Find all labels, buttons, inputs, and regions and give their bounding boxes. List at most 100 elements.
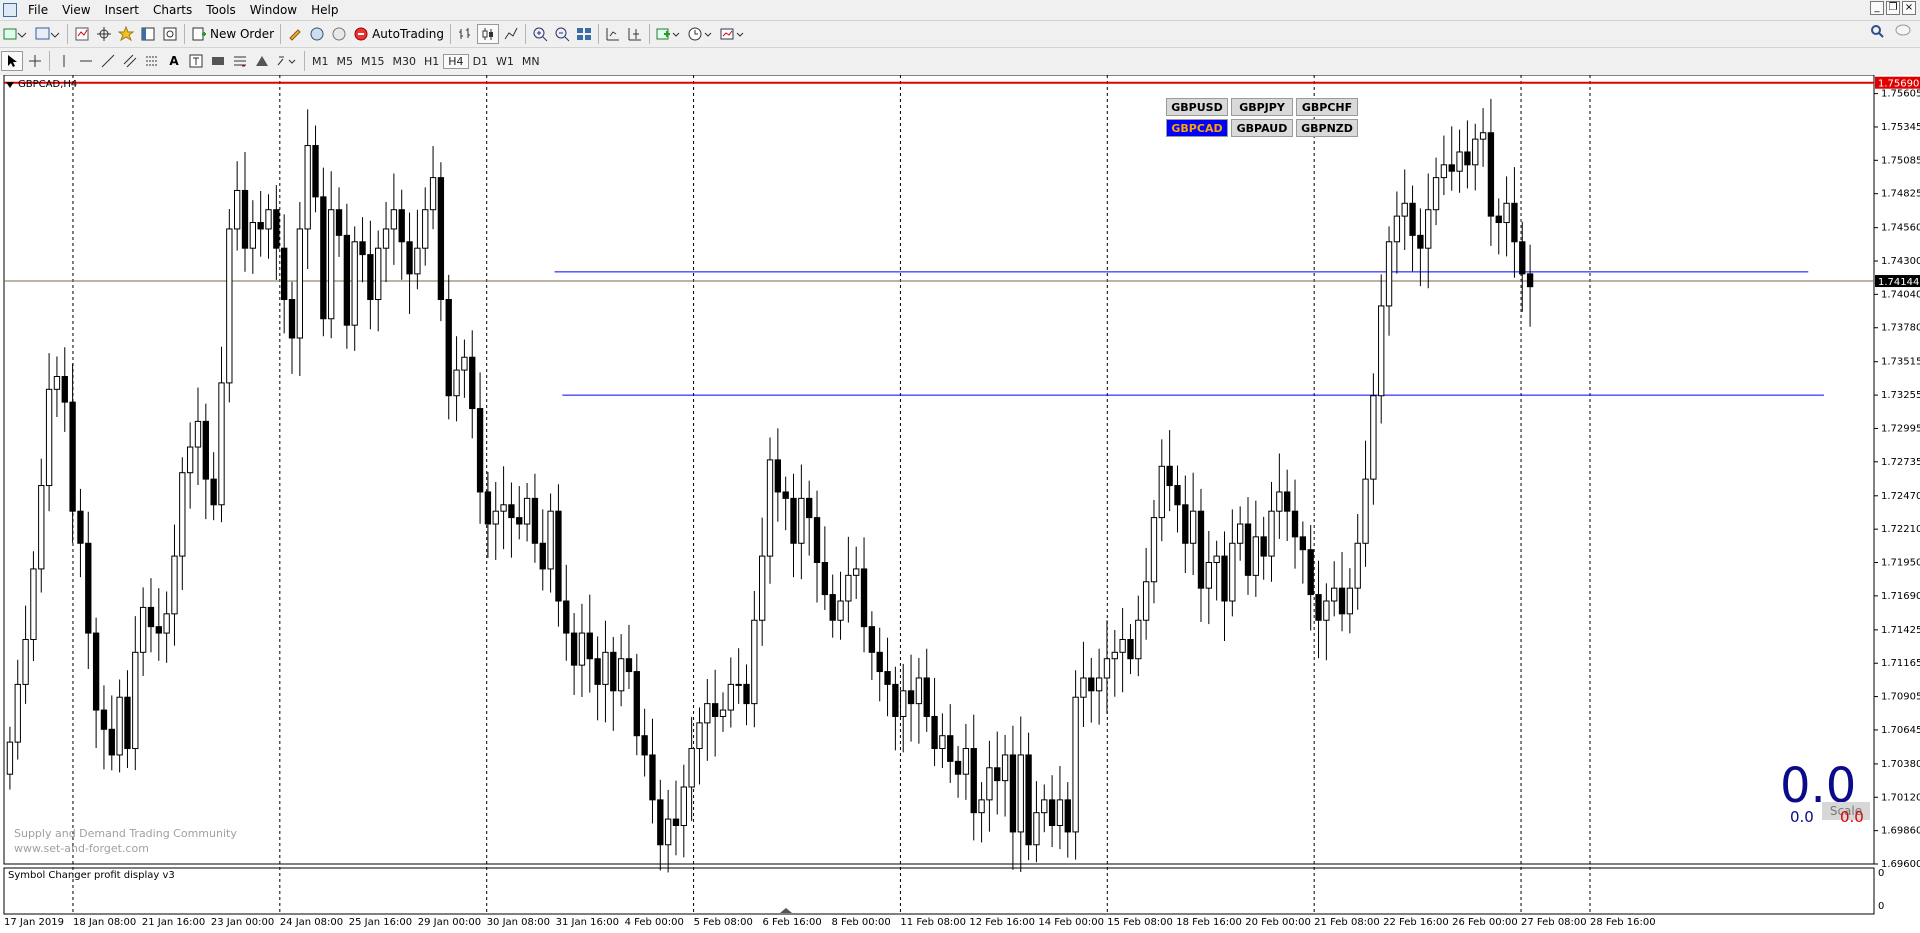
minimize-icon[interactable]: _: [1870, 1, 1884, 15]
timeframe-h1[interactable]: H1: [420, 55, 443, 68]
menu-view[interactable]: View: [55, 0, 97, 20]
symbol-button-gbpusd[interactable]: GBPUSD: [1166, 98, 1228, 116]
chart-shift-icon[interactable]: [603, 24, 623, 44]
candle-body: [539, 542, 546, 570]
dropdown-triangle-icon[interactable]: [6, 81, 14, 88]
navigator-icon[interactable]: [116, 24, 136, 44]
zoom-out-icon[interactable]: [552, 24, 572, 44]
horizontal-line-icon[interactable]: [76, 51, 96, 71]
symbol-button-gbpnzd[interactable]: GBPNZD: [1296, 119, 1358, 137]
candle: [1135, 595, 1142, 677]
menu-insert[interactable]: Insert: [98, 0, 146, 20]
data-window-icon[interactable]: [94, 24, 114, 44]
y-tick-label: 1.75085: [1881, 155, 1920, 166]
autotrading-label: AutoTrading: [372, 27, 444, 41]
chat-icon[interactable]: [1894, 24, 1912, 41]
candle-body: [994, 767, 1001, 782]
candle-body: [688, 748, 695, 788]
candle-body: [900, 690, 907, 717]
trendline-icon[interactable]: [98, 51, 118, 71]
candle: [1088, 657, 1095, 723]
timeframe-m30[interactable]: M30: [389, 55, 421, 68]
symbol-button-gbpcad[interactable]: GBPCAD: [1166, 119, 1228, 137]
tile-windows-icon[interactable]: [574, 24, 594, 44]
candle: [1479, 108, 1487, 167]
candle-body: [53, 375, 61, 390]
candle: [92, 617, 100, 749]
timeframe-mn[interactable]: MN: [518, 55, 544, 68]
menu-tools[interactable]: Tools: [199, 0, 243, 20]
metaeditor-icon[interactable]: [285, 24, 305, 44]
y-tick-label: 1.69600: [1881, 859, 1920, 870]
zoom-in-icon[interactable]: [530, 24, 550, 44]
restore-icon[interactable]: ❐: [1886, 1, 1900, 15]
text-icon[interactable]: A: [164, 51, 184, 71]
timeframe-w1[interactable]: W1: [492, 55, 518, 68]
candle-body: [727, 683, 734, 711]
profiles-button[interactable]: [33, 24, 63, 44]
profit-display-small: 0.0: [1790, 808, 1814, 826]
candle-body: [226, 228, 233, 384]
close-icon[interactable]: ×: [1902, 1, 1916, 15]
candle-body: [970, 748, 977, 814]
candle-body: [30, 568, 37, 640]
menu-charts[interactable]: Charts: [146, 0, 199, 20]
candle-body: [523, 497, 531, 525]
candlestick-chart-icon[interactable]: [476, 24, 499, 44]
autotrading-button[interactable]: AutoTrading: [351, 24, 446, 44]
vertical-line-icon[interactable]: [54, 51, 74, 71]
new-order-button[interactable]: New Order: [189, 24, 276, 44]
fibo-fan-icon[interactable]: [230, 51, 250, 71]
y-tick-label: 1.73780: [1881, 323, 1920, 334]
terminal-icon[interactable]: [138, 24, 158, 44]
new-chart-button[interactable]: [1, 24, 31, 44]
candle-body: [586, 632, 593, 660]
y-tick-label: 1.70120: [1881, 792, 1920, 803]
candle: [1385, 226, 1393, 336]
candle-body: [147, 606, 155, 628]
timeframe-m5[interactable]: M5: [333, 55, 358, 68]
text-label-icon[interactable]: [186, 51, 206, 71]
chart-window[interactable]: 17 Jan 2019 18 Jan 08:00 21 Jan 16:00 23 Ja…: [0, 75, 1920, 933]
strategy-tester-icon[interactable]: [160, 24, 180, 44]
market-watch-icon[interactable]: [72, 24, 92, 44]
candle-body: [625, 658, 633, 673]
bar-chart-icon[interactable]: [455, 24, 475, 44]
indicators-button[interactable]: [654, 24, 684, 44]
candle: [759, 517, 766, 646]
line-chart-icon[interactable]: [501, 24, 521, 44]
signals-icon[interactable]: [307, 24, 327, 44]
auto-scroll-icon[interactable]: [625, 24, 645, 44]
menu-help[interactable]: Help: [304, 0, 345, 20]
fibonacci-icon[interactable]: [142, 51, 162, 71]
chart-canvas[interactable]: 17 Jan 2019 18 Jan 08:00 21 Jan 16:00 23 Ja…: [0, 75, 1920, 933]
candle-body: [986, 767, 993, 801]
candle-body: [179, 472, 186, 557]
templates-button[interactable]: [718, 24, 748, 44]
periods-button[interactable]: [686, 24, 716, 44]
candle: [296, 202, 304, 376]
arrows-icon[interactable]: [252, 51, 272, 71]
community-icon[interactable]: [329, 24, 349, 44]
crosshair-icon[interactable]: [25, 51, 45, 71]
candle: [555, 484, 562, 627]
shapes-menu-icon[interactable]: [274, 51, 300, 71]
candle-body: [453, 369, 460, 397]
symbol-button-gbpchf[interactable]: GBPCHF: [1296, 98, 1358, 116]
timeframe-h4[interactable]: H4: [443, 53, 469, 69]
menu-window[interactable]: Window: [243, 0, 304, 20]
rectangle-icon[interactable]: [208, 51, 228, 71]
y-tick-label: 1.72210: [1881, 524, 1920, 535]
timeframe-d1[interactable]: D1: [469, 55, 492, 68]
candle-body: [155, 626, 162, 634]
channel-icon[interactable]: [120, 51, 140, 71]
search-icon[interactable]: [1870, 24, 1884, 41]
symbol-button-gbpaud[interactable]: GBPAUD: [1231, 119, 1293, 137]
cursor-icon[interactable]: [1, 51, 23, 71]
candle-body: [1472, 138, 1479, 166]
candle-body: [1056, 799, 1064, 827]
timeframe-m1[interactable]: M1: [308, 55, 333, 68]
timeframe-m15[interactable]: M15: [357, 55, 389, 68]
menu-file[interactable]: File: [21, 0, 55, 20]
symbol-button-gbpjpy[interactable]: GBPJPY: [1231, 98, 1293, 116]
